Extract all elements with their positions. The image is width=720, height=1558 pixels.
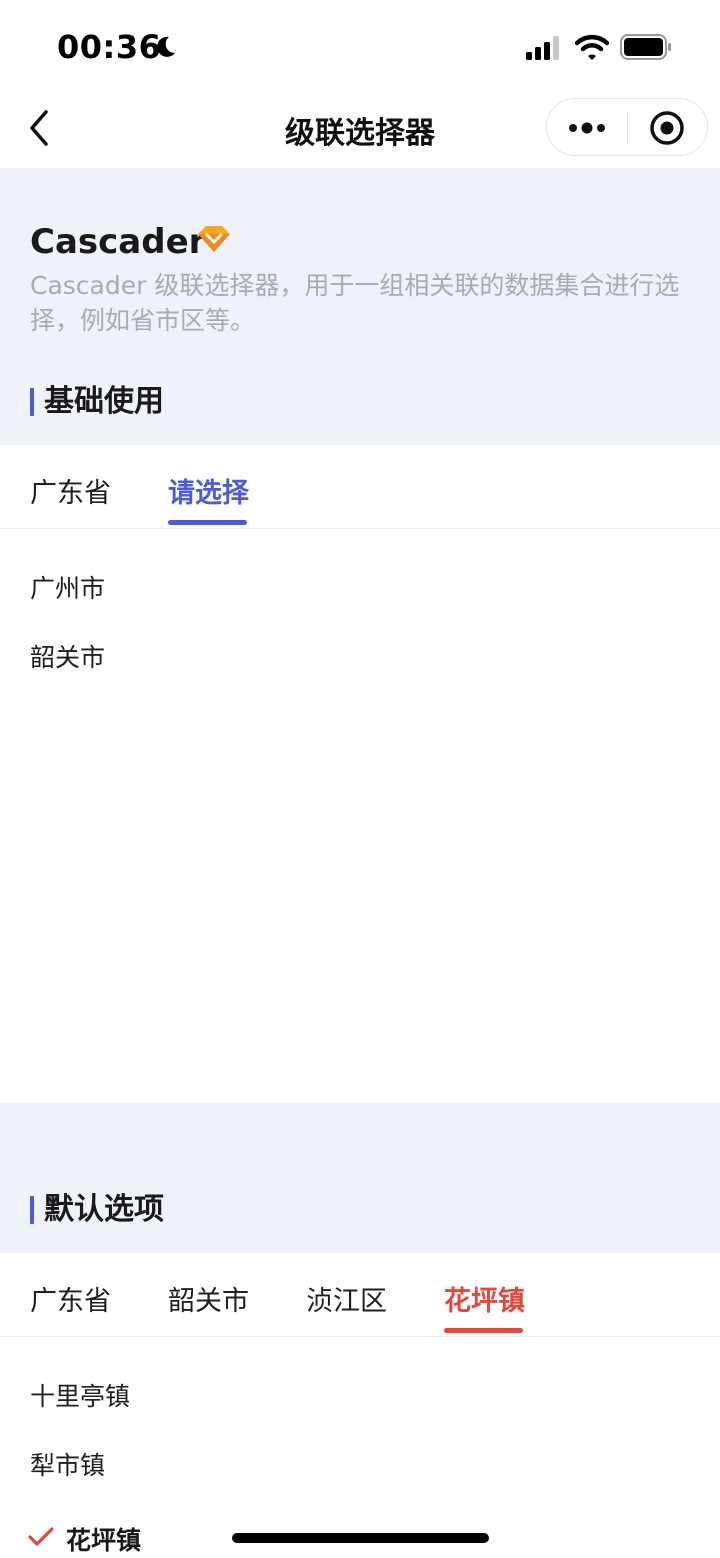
moon-icon (157, 36, 175, 57)
wifi-icon (575, 34, 609, 60)
list-item-selected[interactable]: 花坪镇 (66, 1521, 141, 1557)
tab-province[interactable]: 广东省 (30, 471, 111, 510)
tab-province[interactable]: 广东省 (30, 1279, 111, 1318)
battery-icon (620, 34, 671, 60)
active-tab-indicator (168, 520, 247, 525)
tab-please-select[interactable]: 请选择 (168, 471, 249, 510)
section-title-default: 默认选项 (30, 1194, 164, 1226)
cascader-tabs-default: 广东省 韶关市 浈江区 花坪镇 (0, 1253, 720, 1337)
capsule-divider (627, 112, 628, 144)
mini-program-capsule (546, 98, 708, 156)
home-indicator (232, 1533, 489, 1543)
status-time: 00:36 (57, 28, 162, 66)
list-item[interactable]: 韶关市 (30, 638, 105, 674)
active-tab-indicator (444, 1328, 523, 1333)
diamond-icon (198, 226, 230, 252)
section-title-basic: 基础使用 (30, 386, 164, 418)
tab-district[interactable]: 浈江区 (306, 1279, 387, 1318)
intro-header: Cascader Cascader 级联选择器，用于一组相关联的数据集合进行选择… (0, 168, 720, 445)
more-dots-icon[interactable] (567, 113, 607, 143)
check-icon (28, 1527, 54, 1546)
target-close-icon[interactable] (649, 110, 685, 146)
list-item[interactable]: 犁市镇 (30, 1446, 105, 1482)
cascader-tabs-basic: 广东省 请选择 (0, 445, 720, 529)
component-description: Cascader 级联选择器，用于一组相关联的数据集合进行选择，例如省市区等。 (30, 271, 680, 335)
status-bar: 00:36 (0, 0, 720, 92)
list-item[interactable]: 广州市 (30, 569, 105, 605)
nav-bar: 级联选择器 (0, 92, 720, 168)
tab-town[interactable]: 花坪镇 (444, 1279, 525, 1318)
signal-icon (526, 36, 559, 60)
list-item[interactable]: 十里亭镇 (30, 1377, 130, 1413)
tab-city[interactable]: 韶关市 (168, 1279, 249, 1318)
component-title: Cascader (30, 222, 206, 262)
section-gap: 默认选项 (0, 1103, 720, 1253)
